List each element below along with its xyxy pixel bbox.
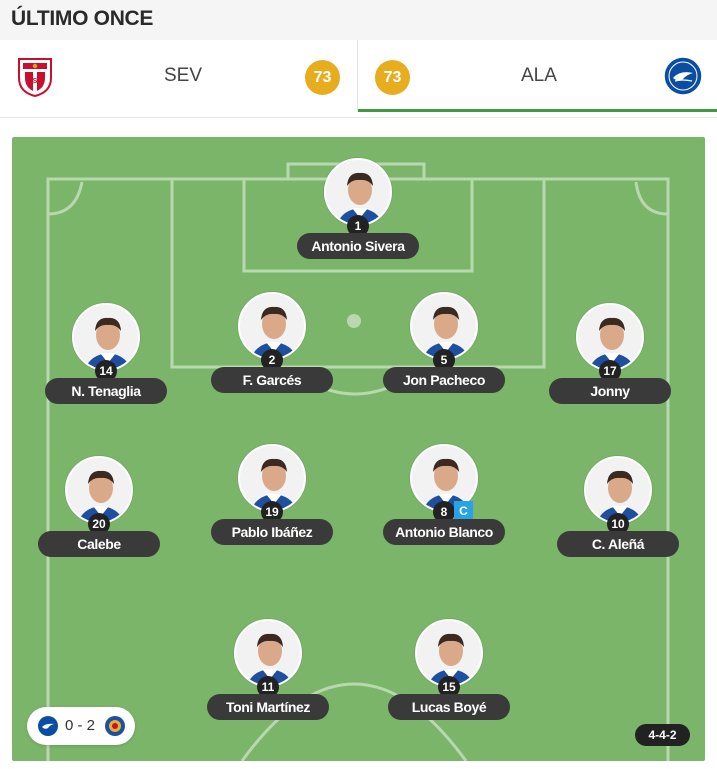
player-name: Jon Pacheco — [383, 367, 505, 393]
player-name: Jonny — [549, 378, 671, 404]
last-result-badge[interactable]: 0 - 2 — [27, 707, 135, 745]
player-name: C. Aleñá — [557, 531, 679, 557]
section-title: ÚLTIMO ONCE — [11, 7, 154, 30]
team-tab-away[interactable]: 73 ALA — [358, 40, 717, 112]
team-abbr-home: SEV — [164, 65, 203, 86]
player-name: Antonio Blanco — [383, 519, 505, 545]
player-card[interactable]: 19 Pablo Ibáñez — [207, 444, 337, 554]
player-name: Antonio Sivera — [297, 233, 419, 259]
getafe-crest-icon — [105, 716, 125, 736]
player-card[interactable]: 14 N. Tenaglia — [41, 303, 171, 413]
captain-badge: C — [454, 501, 473, 521]
player-card[interactable]: 11 Toni Martínez — [203, 619, 333, 729]
team-selector: S SEV 73 73 ALA — [0, 40, 717, 118]
player-card[interactable]: 1 Antonio Sivera — [293, 158, 423, 268]
section-header: ÚLTIMO ONCE — [0, 0, 717, 40]
player-name: F. Garcés — [211, 367, 333, 393]
player-name: Calebe — [38, 531, 160, 557]
team-abbr-away: ALA — [521, 65, 557, 86]
player-name: Toni Martínez — [207, 694, 329, 720]
team-rating-home: 73 — [305, 60, 340, 95]
formation-badge: 4-4-2 — [635, 724, 690, 746]
player-card[interactable]: 5 Jon Pacheco — [379, 292, 509, 402]
player-card[interactable]: 8 C Antonio Blanco — [379, 444, 509, 554]
last-result-score: 0 - 2 — [65, 717, 96, 734]
player-card[interactable]: 2 F. Garcés — [207, 292, 337, 402]
lineup-panel: 1 Antonio Sivera 14 N. Tenaglia 2 F. Garcés 5 J… — [0, 118, 717, 769]
sevilla-crest-icon: S — [18, 58, 52, 98]
player-card[interactable]: 15 Lucas Boyé — [384, 619, 514, 729]
player-name: Lucas Boyé — [388, 694, 510, 720]
team-tab-home[interactable]: S SEV 73 — [0, 40, 357, 112]
player-card[interactable]: 10 C. Aleñá — [553, 456, 683, 566]
team-rating-away: 73 — [375, 60, 410, 95]
player-name: Pablo Ibáñez — [211, 519, 333, 545]
player-name: N. Tenaglia — [45, 378, 167, 404]
alaves-crest-icon — [38, 716, 58, 736]
svg-text:S: S — [33, 78, 38, 85]
player-card[interactable]: 17 Jonny — [545, 303, 675, 413]
player-card[interactable]: 20 Calebe — [34, 456, 164, 566]
alaves-crest-icon — [663, 56, 703, 96]
